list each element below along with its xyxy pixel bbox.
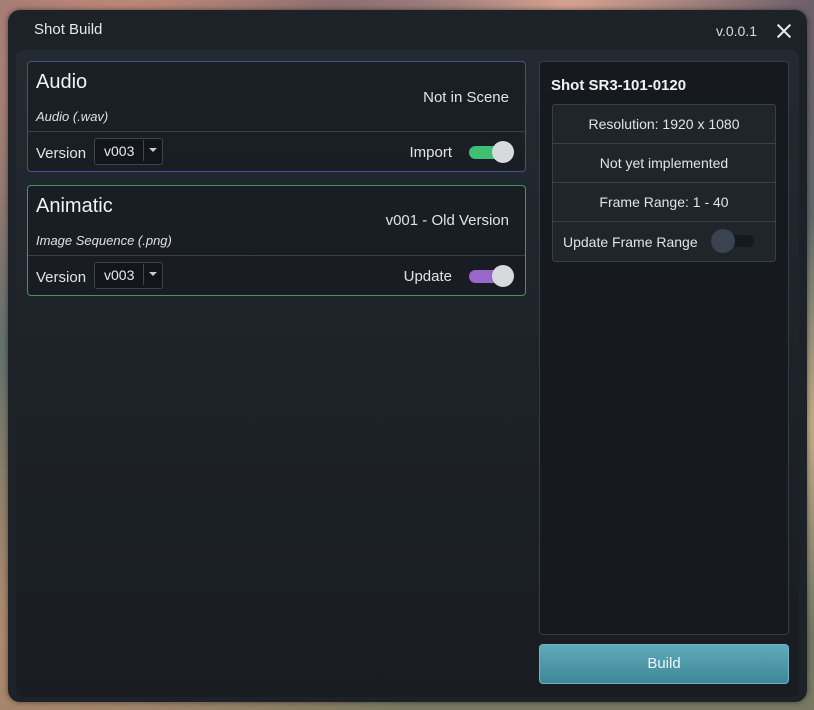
app-version: v.0.0.1 xyxy=(716,23,757,39)
asset-card-audio: Audio Not in Scene Audio (.wav) Version … xyxy=(27,61,526,172)
title-bar: Shot Build v.0.0.1 xyxy=(8,10,807,52)
update-frame-range-row: Update Frame Range xyxy=(553,222,775,260)
version-value: v003 xyxy=(104,267,135,283)
resolution-row: Resolution: 1920 x 1080 xyxy=(553,105,775,144)
card-divider xyxy=(28,255,525,256)
asset-card-animatic: Animatic v001 - Old Version Image Sequen… xyxy=(27,185,526,296)
asset-status: Not in Scene xyxy=(423,89,509,106)
chevron-down-icon[interactable] xyxy=(143,140,161,161)
version-dropdown[interactable]: v003 xyxy=(94,262,163,289)
asset-title: Audio xyxy=(36,71,88,93)
toggle-knob xyxy=(492,265,514,287)
main-content: Audio Not in Scene Audio (.wav) Version … xyxy=(16,50,799,697)
toggle-knob xyxy=(711,229,735,253)
close-icon[interactable] xyxy=(769,16,799,46)
frame-range-row: Frame Range: 1 - 40 xyxy=(553,183,775,222)
shot-info-box: Resolution: 1920 x 1080 Not yet implemen… xyxy=(552,104,776,262)
update-label: Update xyxy=(403,268,452,285)
version-label: Version xyxy=(36,269,87,286)
asset-type: Image Sequence (.png) xyxy=(36,233,172,248)
asset-type: Audio (.wav) xyxy=(36,109,109,124)
build-button[interactable]: Build xyxy=(539,644,789,684)
window-title: Shot Build xyxy=(34,21,103,38)
asset-status: v001 - Old Version xyxy=(385,212,509,229)
card-divider xyxy=(28,131,525,132)
update-toggle[interactable] xyxy=(467,265,515,287)
chevron-down-icon[interactable] xyxy=(143,264,161,285)
update-frame-range-label: Update Frame Range xyxy=(563,234,698,250)
import-label: Import xyxy=(409,144,452,161)
version-value: v003 xyxy=(104,143,135,159)
version-label: Version xyxy=(36,145,87,162)
version-dropdown[interactable]: v003 xyxy=(94,138,163,165)
import-toggle[interactable] xyxy=(467,141,515,163)
asset-title: Animatic xyxy=(36,195,113,217)
shot-build-window: Shot Build v.0.0.1 Audio Not in Scene Au… xyxy=(8,10,807,702)
update-frame-range-toggle[interactable] xyxy=(711,229,757,253)
toggle-knob xyxy=(492,141,514,163)
shot-info-panel: Shot SR3-101-0120 Resolution: 1920 x 108… xyxy=(539,61,789,635)
not-implemented-row: Not yet implemented xyxy=(553,144,775,183)
shot-title: Shot SR3-101-0120 xyxy=(551,77,687,94)
